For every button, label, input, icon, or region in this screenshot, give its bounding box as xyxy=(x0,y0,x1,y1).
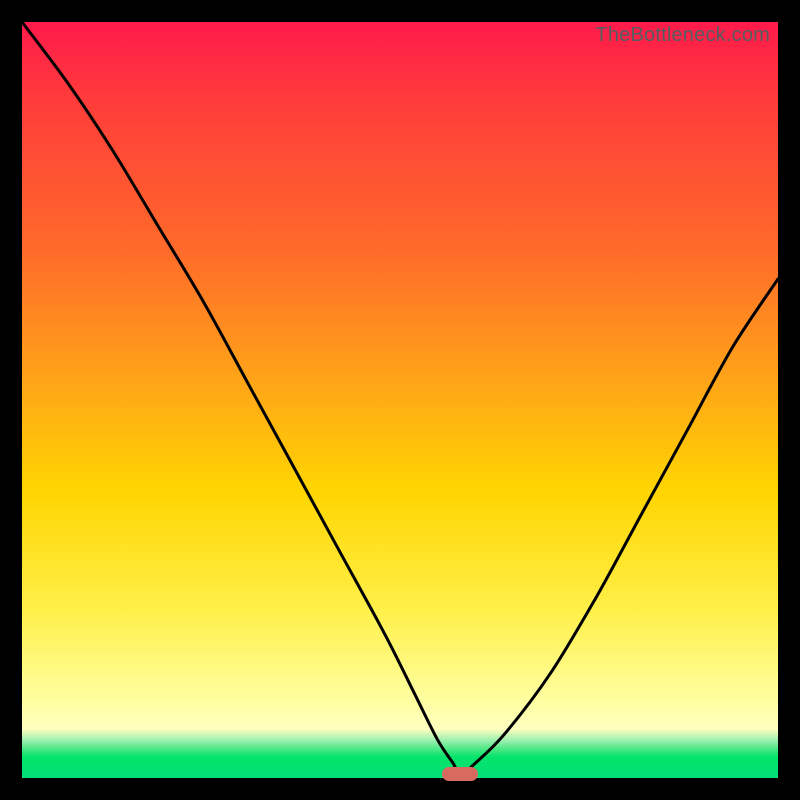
bottleneck-curve xyxy=(22,22,778,778)
curve-path xyxy=(22,22,778,774)
plot-area: TheBottleneck.com xyxy=(22,22,778,778)
chart-frame: TheBottleneck.com xyxy=(0,0,800,800)
minimum-marker xyxy=(442,767,478,781)
watermark-text: TheBottleneck.com xyxy=(595,24,770,47)
